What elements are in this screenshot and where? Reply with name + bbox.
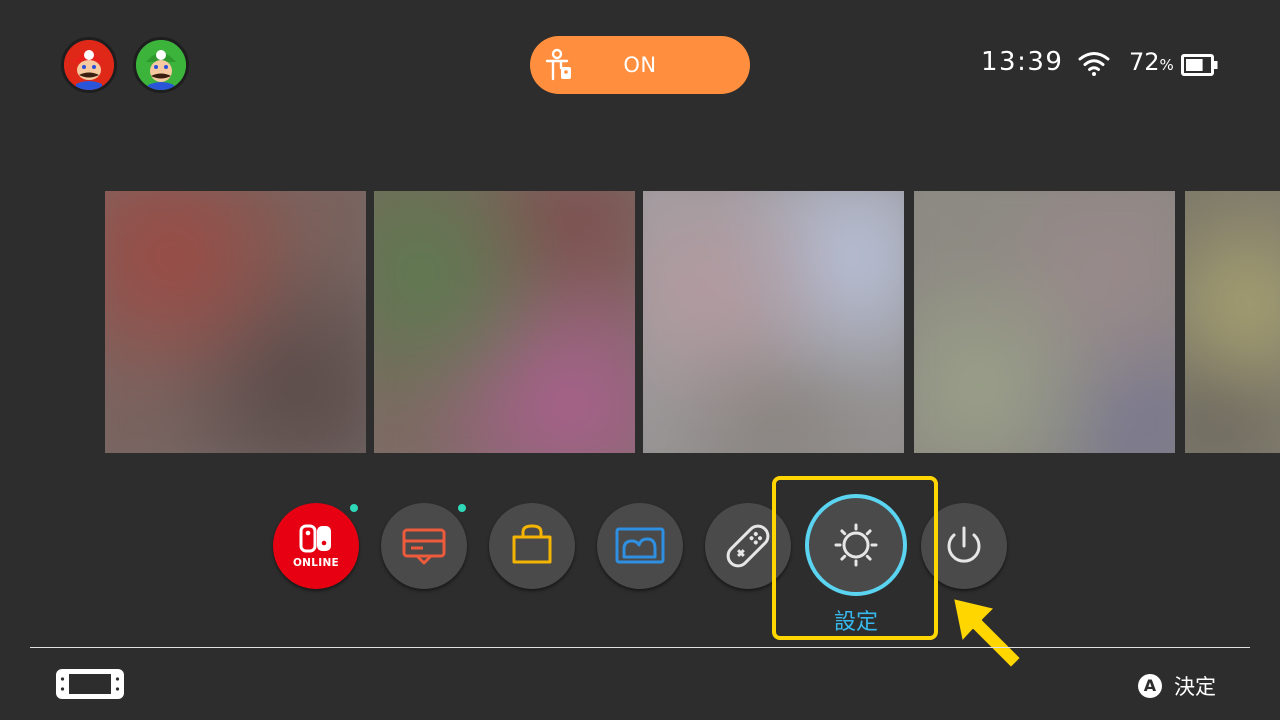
parental-controls-button[interactable]: ON [530,36,750,94]
game-tile-3[interactable] [643,191,904,453]
news-button[interactable] [381,503,467,589]
console-icon [56,669,124,699]
shopping-bag-icon [512,524,552,564]
album-button[interactable] [597,503,683,589]
clock: 13:39 [981,47,1064,77]
nintendo-switch-online-icon [299,524,331,553]
pointer-arrow-icon [952,597,1022,669]
battery-percent-value: 72 [1129,48,1160,76]
a-button-icon: A [1138,674,1162,698]
game-tile-2[interactable] [374,191,635,453]
battery-percentage: 72% [1129,48,1174,76]
confirm-label: 決定 [1174,675,1216,699]
nintendo-eshop-button[interactable] [489,503,575,589]
wifi-icon [1078,52,1110,76]
online-label: ONLINE [292,557,340,569]
game-tile-1[interactable] [105,191,366,453]
parental-controls-label: ON [623,53,657,77]
mario-avatar-icon [64,40,114,90]
nintendo-switch-online-button[interactable]: ONLINE [273,503,359,589]
luigi-avatar-icon [136,40,186,90]
game-tile-4[interactable] [914,191,1175,453]
battery-icon [1181,54,1218,76]
parental-controls-icon [545,48,571,81]
battery-fill [1186,59,1203,71]
game-tile-5[interactable] [1185,191,1280,453]
news-icon [402,528,446,565]
album-icon [615,527,665,564]
user-avatar-mario[interactable] [61,37,117,93]
selection-highlight-box [772,476,938,640]
confirm-hint: A 決定 [1138,671,1216,701]
footer-divider [30,647,1250,648]
battery-percent-unit: % [1159,56,1174,74]
user-avatar-luigi[interactable] [133,37,189,93]
